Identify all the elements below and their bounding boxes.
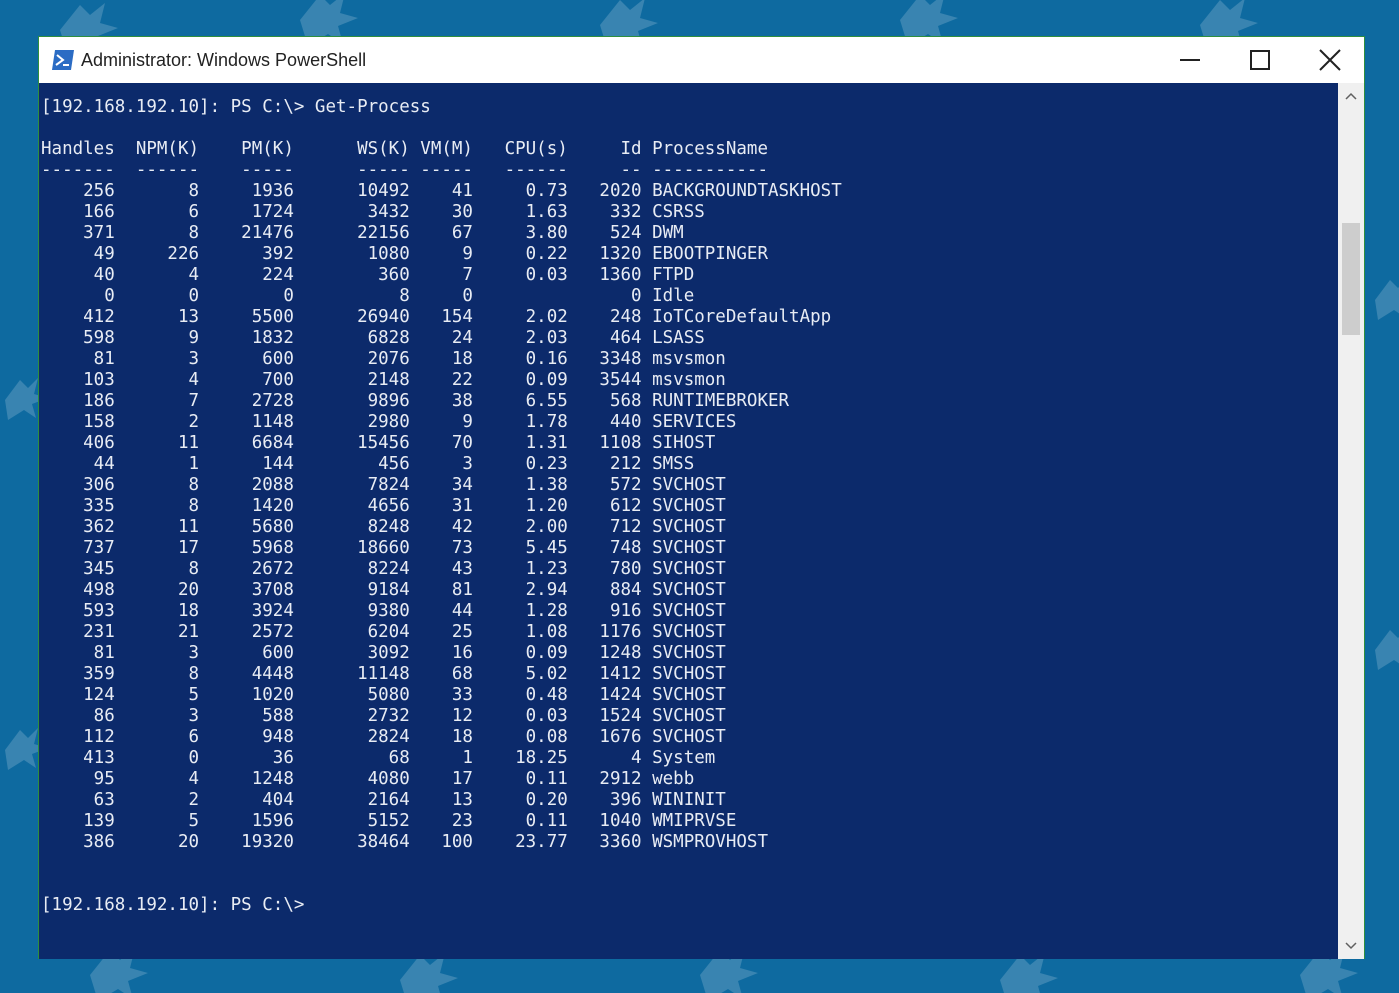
table-row: 81 3 600 2076 18 0.16 3348 msvsmon [41,349,726,369]
prompt-line[interactable]: [192.168.192.10]: PS C:\> [41,895,304,915]
title-bar[interactable]: Administrator: Windows PowerShell [39,37,1364,83]
minimize-button[interactable] [1155,37,1225,83]
scroll-down-button[interactable] [1338,933,1364,959]
scroll-up-button[interactable] [1338,83,1364,109]
close-button[interactable] [1295,37,1365,83]
table-separator: ------- ------ ----- ----- ----- ------ … [41,160,768,180]
table-row: 186 7 2728 9896 38 6.55 568 RUNTIMEBROKE… [41,391,790,411]
table-row: 49 226 392 1080 9 0.22 1320 EBOOTPINGER [41,244,768,264]
table-row: 413 0 36 68 1 18.25 4 System [41,748,716,768]
vertical-scrollbar[interactable] [1338,83,1364,959]
table-row: 81 3 600 3092 16 0.09 1248 SVCHOST [41,643,726,663]
table-row: 112 6 948 2824 18 0.08 1676 SVCHOST [41,727,726,747]
table-row: 103 4 700 2148 22 0.09 3544 msvsmon [41,370,726,390]
chevron-down-icon [1345,942,1357,950]
table-row: 139 5 1596 5152 23 0.11 1040 WMIPRVSE [41,811,737,831]
close-icon [1319,49,1341,71]
table-row: 737 17 5968 18660 73 5.45 748 SVCHOST [41,538,726,558]
table-row: 158 2 1148 2980 9 1.78 440 SERVICES [41,412,737,432]
maximize-icon [1250,50,1270,70]
window-title: Administrator: Windows PowerShell [81,50,367,70]
table-row: 412 13 5500 26940 154 2.02 248 IoTCoreDe… [41,307,832,327]
table-row: 306 8 2088 7824 34 1.38 572 SVCHOST [41,475,726,495]
powershell-window[interactable]: Administrator: Windows PowerShell [192.1… [38,36,1365,959]
table-row: 166 6 1724 3432 30 1.63 332 CSRSS [41,202,705,222]
table-header: Handles NPM(K) PM(K) WS(K) VM(M) CPU(s) … [41,139,768,159]
table-row: 345 8 2672 8224 43 1.23 780 SVCHOST [41,559,726,579]
powershell-icon[interactable] [51,49,75,71]
table-row: 371 8 21476 22156 67 3.80 524 DWM [41,223,684,243]
table-row: 231 21 2572 6204 25 1.08 1176 SVCHOST [41,622,726,642]
table-row: 362 11 5680 8248 42 2.00 712 SVCHOST [41,517,726,537]
table-row: 256 8 1936 10492 41 0.73 2020 BACKGROUND… [41,181,842,201]
table-row: 0 0 0 8 0 0 Idle [41,286,695,306]
table-row: 598 9 1832 6828 24 2.03 464 LSASS [41,328,705,348]
table-row: 86 3 588 2732 12 0.03 1524 SVCHOST [41,706,726,726]
maximize-button[interactable] [1225,37,1295,83]
table-row: 359 8 4448 11148 68 5.02 1412 SVCHOST [41,664,726,684]
minimize-icon [1180,59,1200,61]
table-row: 40 4 224 360 7 0.03 1360 FTPD [41,265,695,285]
table-row: 335 8 1420 4656 31 1.20 612 SVCHOST [41,496,726,516]
table-row: 406 11 6684 15456 70 1.31 1108 SIHOST [41,433,716,453]
table-row: 386 20 19320 38464 100 23.77 3360 WSMPRO… [41,832,768,852]
command-line: [192.168.192.10]: PS C:\> Get-Process [41,97,431,117]
console-output[interactable]: [192.168.192.10]: PS C:\> Get-Process Ha… [39,83,1339,959]
table-row: 95 4 1248 4080 17 0.11 2912 webb [41,769,695,789]
table-row: 593 18 3924 9380 44 1.28 916 SVCHOST [41,601,726,621]
table-row: 63 2 404 2164 13 0.20 396 WININIT [41,790,726,810]
table-row: 44 1 144 456 3 0.23 212 SMSS [41,454,695,474]
table-row: 124 5 1020 5080 33 0.48 1424 SVCHOST [41,685,726,705]
console-text[interactable]: [192.168.192.10]: PS C:\> Get-Process Ha… [41,97,842,916]
table-row: 498 20 3708 9184 81 2.94 884 SVCHOST [41,580,726,600]
chevron-up-icon [1345,92,1357,100]
scroll-thumb[interactable] [1342,223,1360,335]
